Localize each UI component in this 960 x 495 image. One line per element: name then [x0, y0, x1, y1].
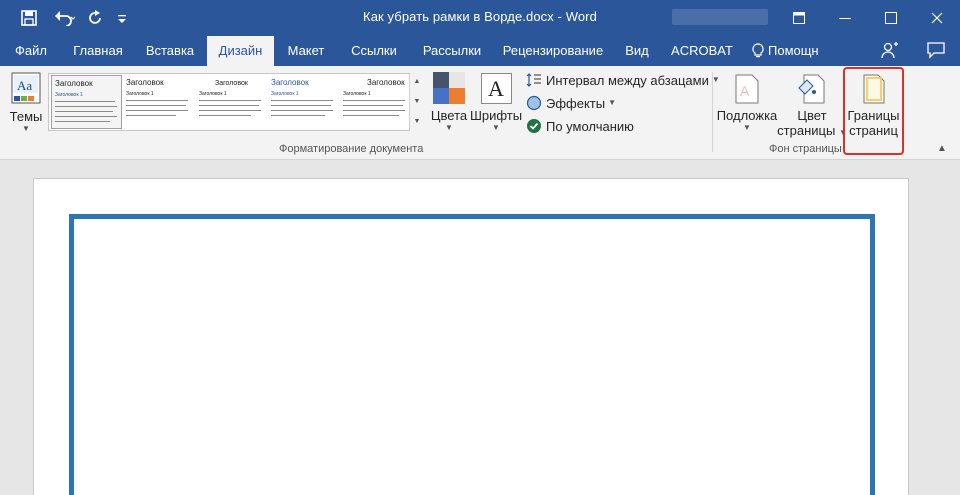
- tab-acrobat[interactable]: ACROBAT: [662, 35, 742, 66]
- style-set-item[interactable]: Заголовок Заголовок 1: [269, 75, 340, 129]
- chevron-down-icon: ▼: [22, 124, 30, 133]
- account-name-redacted: [672, 9, 768, 25]
- effects-label: Эффекты: [546, 95, 606, 111]
- fonts-button[interactable]: A Шрифты ▼: [469, 73, 523, 133]
- gallery-more-icon[interactable]: ▼: [412, 117, 422, 127]
- effects-button[interactable]: Эффекты ▼: [526, 92, 616, 114]
- highlight-annotation: [843, 67, 904, 155]
- ribbon-display-options-icon[interactable]: [776, 0, 822, 35]
- scroll-down-icon[interactable]: ▼: [412, 97, 422, 107]
- style-set-item[interactable]: Заголовок Заголовок 1: [51, 75, 122, 129]
- page-color-icon: [798, 74, 825, 104]
- share-icon[interactable]: [880, 41, 898, 64]
- style-set-gallery: Заголовок Заголовок 1 Заголовок Заголово…: [48, 73, 423, 131]
- tell-me-label: Помощн: [768, 43, 819, 58]
- lightbulb-icon: [752, 42, 764, 57]
- collapse-ribbon-icon[interactable]: ▲: [937, 143, 947, 154]
- ribbon-tab-bar: Файл Главная Вставка Дизайн Макет Ссылки…: [0, 35, 960, 66]
- page-color-button[interactable]: Цвет страницы ▼: [777, 74, 847, 138]
- watermark-button[interactable]: A Подложка ▼: [716, 74, 778, 133]
- tab-design[interactable]: Дизайн: [207, 36, 274, 66]
- chevron-down-icon: ▼: [492, 123, 500, 132]
- chevron-down-icon: ▼: [608, 98, 617, 107]
- document-area: [0, 160, 960, 495]
- set-as-default-button[interactable]: По умолчанию: [526, 115, 634, 137]
- page-color-label-1: Цвет: [797, 108, 827, 123]
- paragraph-spacing-button[interactable]: Интервал между абзацами ▼: [526, 69, 720, 91]
- tab-review[interactable]: Рецензирование: [494, 35, 612, 66]
- minimize-button[interactable]: [822, 0, 868, 35]
- tab-home[interactable]: Главная: [62, 35, 134, 66]
- themes-icon: Aa: [11, 72, 41, 104]
- watermark-label: Подложка: [716, 108, 778, 123]
- page-color-label-2: страницы: [777, 123, 836, 138]
- style-set-item[interactable]: Заголовок Заголовок 1: [124, 75, 195, 129]
- svg-text:A: A: [740, 83, 750, 99]
- tab-references[interactable]: Ссылки: [338, 35, 410, 66]
- page-background-group-label: Фон страницы: [769, 143, 842, 155]
- page-border: [69, 214, 875, 495]
- colors-button[interactable]: Цвета ▼: [430, 72, 468, 133]
- paragraph-spacing-icon: [526, 73, 541, 87]
- colors-label: Цвета: [430, 108, 468, 123]
- ribbon-design: Aa Темы ▼ Заголовок Заголовок 1 Заголово…: [0, 66, 960, 160]
- fonts-label: Шрифты: [469, 108, 523, 123]
- title-bar: Как убрать рамки в Ворде.docx - Word: [0, 0, 960, 35]
- themes-label: Темы: [9, 109, 43, 124]
- paragraph-spacing-label: Интервал между абзацами: [546, 72, 709, 88]
- tab-mailings[interactable]: Рассылки: [410, 35, 494, 66]
- set-as-default-label: По умолчанию: [546, 118, 634, 134]
- scroll-up-icon[interactable]: ▲: [412, 77, 422, 87]
- watermark-icon: A: [735, 74, 759, 104]
- colors-icon: [433, 72, 465, 104]
- effects-icon: [526, 95, 542, 111]
- tell-me-box[interactable]: Помощн: [752, 35, 819, 66]
- checkmark-icon: [527, 119, 541, 133]
- document-formatting-group-label: Форматирование документа: [279, 143, 424, 155]
- style-set-item[interactable]: Заголовок Заголовок 1: [197, 75, 268, 129]
- svg-text:Aa: Aa: [17, 78, 32, 93]
- chevron-down-icon: ▼: [743, 123, 751, 132]
- tab-file[interactable]: Файл: [0, 35, 62, 66]
- document-page[interactable]: [33, 178, 909, 495]
- tab-layout[interactable]: Макет: [274, 35, 338, 66]
- comments-icon[interactable]: [927, 41, 945, 64]
- close-button[interactable]: [914, 0, 960, 35]
- tab-view[interactable]: Вид: [612, 35, 662, 66]
- gallery-scrollbar[interactable]: ▲ ▼ ▼: [409, 73, 423, 131]
- chevron-down-icon: ▼: [445, 123, 453, 132]
- fonts-icon: A: [480, 73, 512, 104]
- tab-insert[interactable]: Вставка: [134, 35, 206, 66]
- maximize-button[interactable]: [868, 0, 914, 35]
- group-separator: [712, 72, 713, 152]
- themes-button[interactable]: Aa Темы ▼: [8, 72, 44, 134]
- style-set-item[interactable]: Заголовок Заголовок 1: [341, 75, 412, 129]
